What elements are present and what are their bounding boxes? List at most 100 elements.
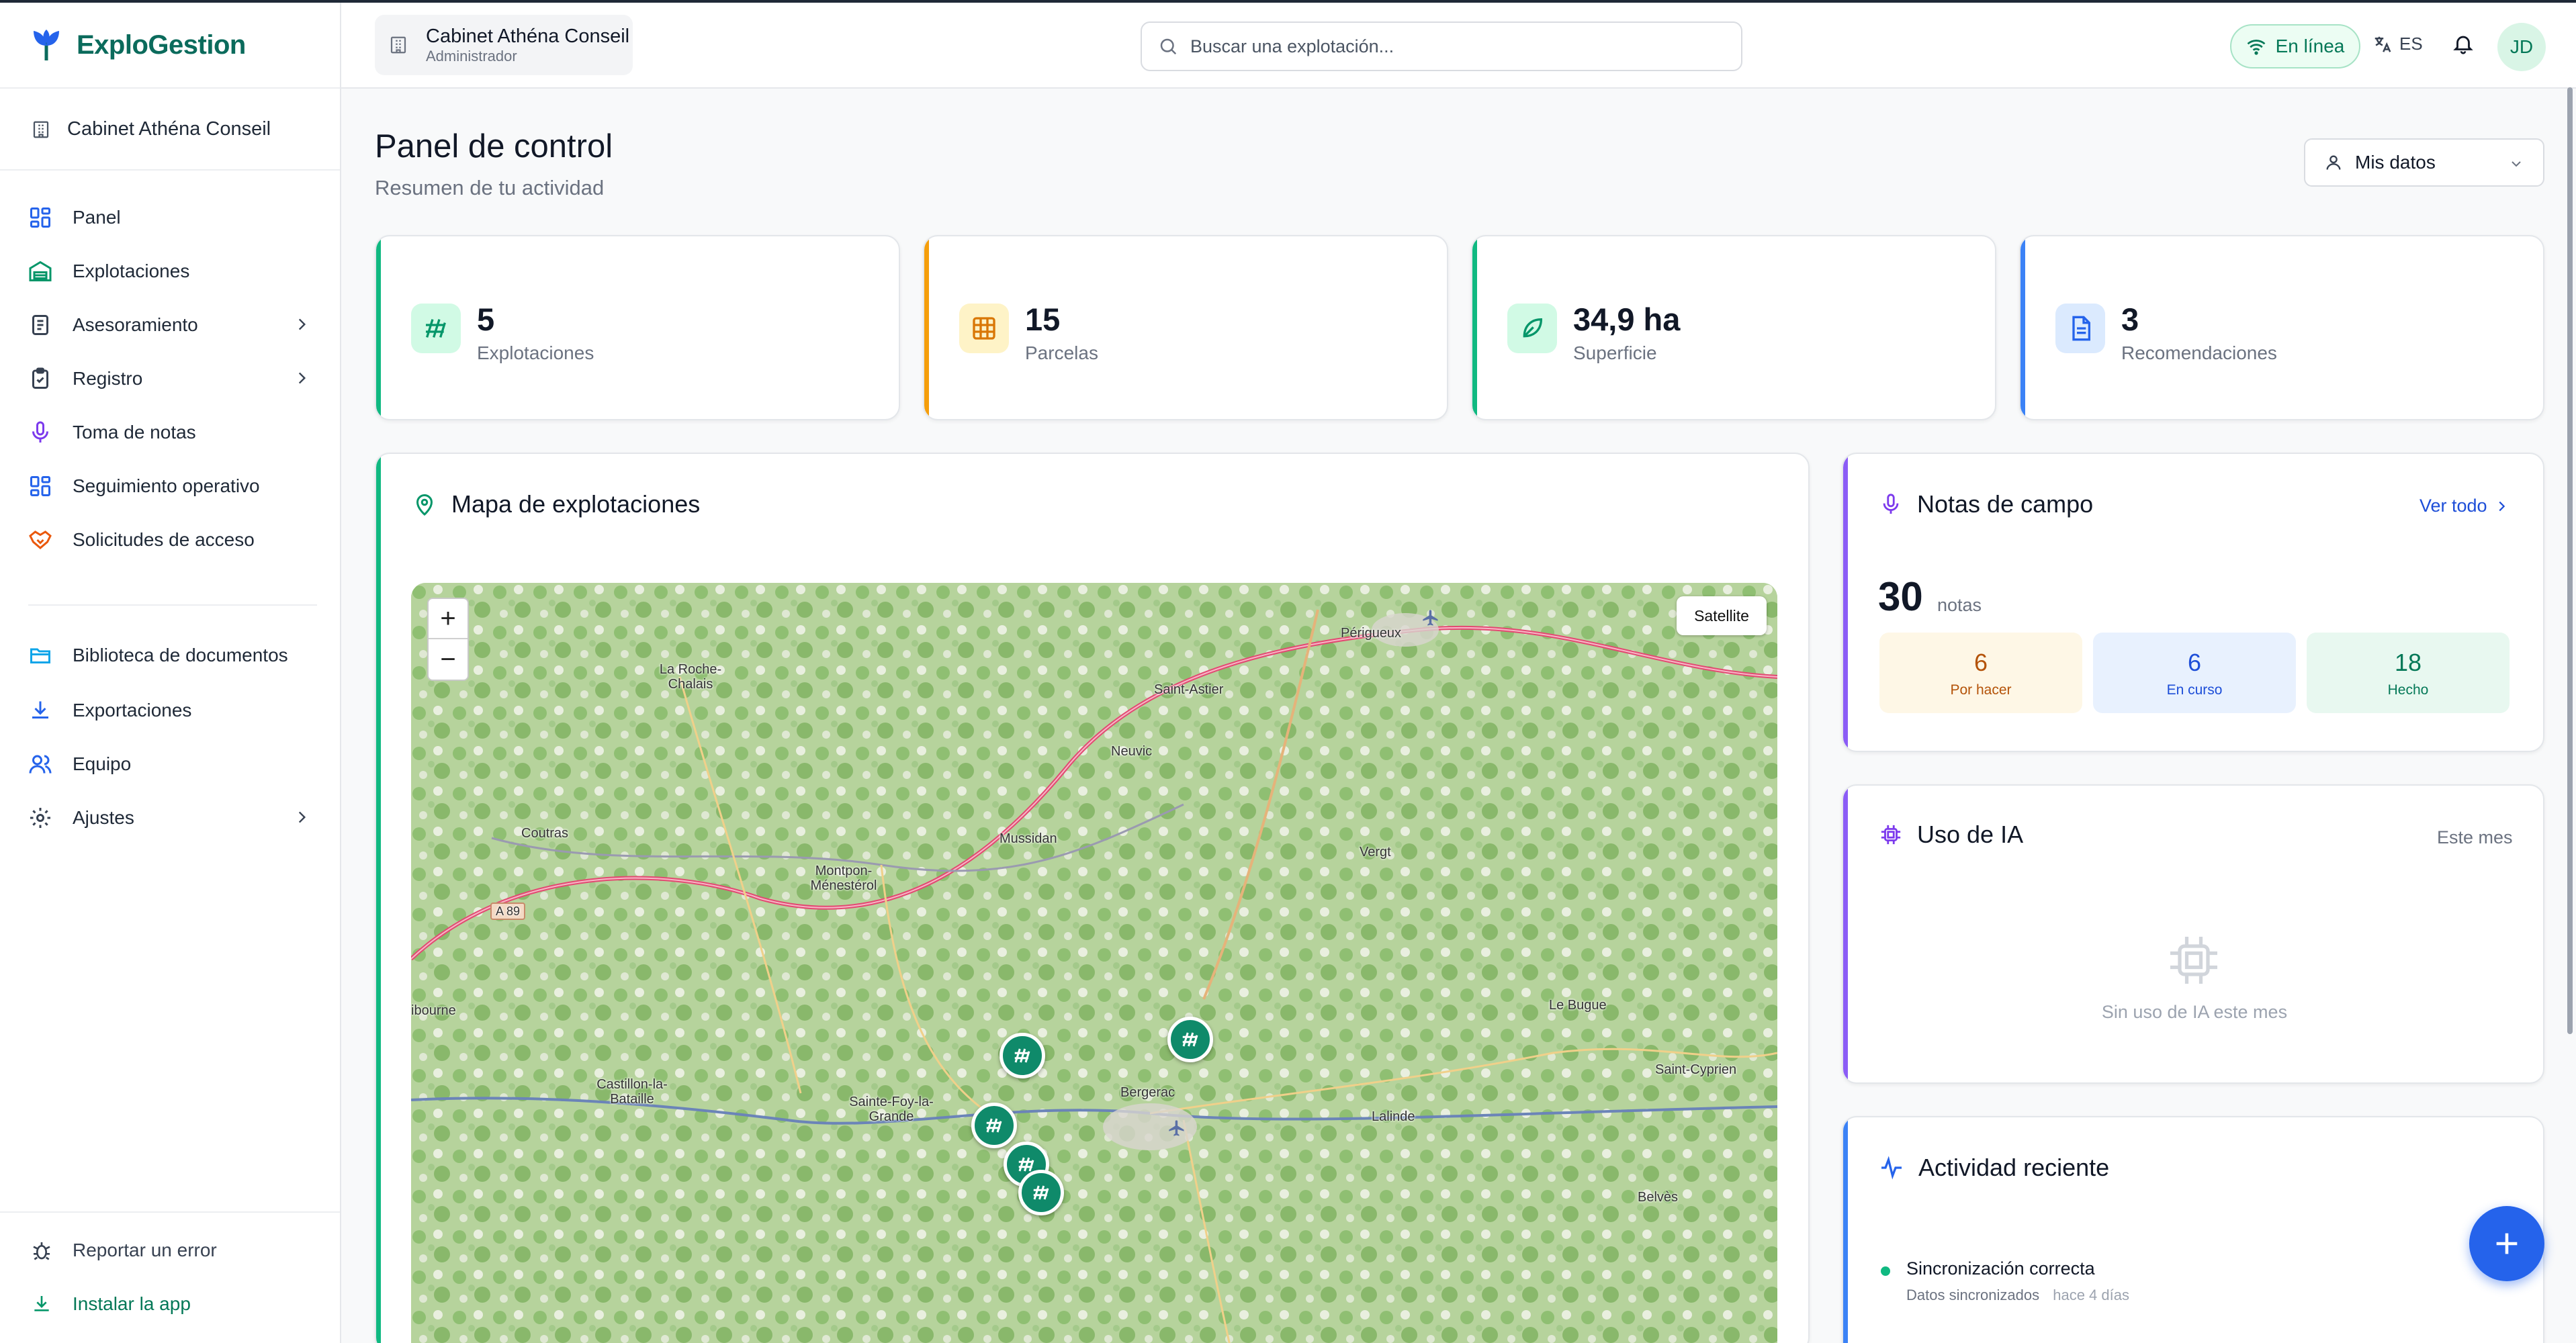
brand[interactable]: ExploGestion bbox=[31, 28, 246, 62]
notes-done-count: 18 bbox=[2394, 649, 2422, 676]
sidebar-item-equipo[interactable]: Equipo bbox=[28, 743, 310, 786]
activity-pulse-icon bbox=[1881, 1156, 1902, 1180]
map-town-label: Bergerac bbox=[1120, 1085, 1175, 1100]
warehouse-icon bbox=[29, 261, 52, 281]
activity-detail: Datos sincronizados bbox=[1906, 1287, 2040, 1303]
see-all-notes-link[interactable]: Ver todo bbox=[2419, 496, 2509, 516]
chevron-right-icon bbox=[2499, 501, 2505, 511]
sidebar-item-label: Registro bbox=[73, 368, 143, 389]
recent-activity-card: Actividad reciente Sincronización correc… bbox=[1842, 1116, 2544, 1343]
crop-field-icon bbox=[1033, 1185, 1049, 1200]
notes-progress-tile[interactable]: 6 En curso bbox=[2093, 633, 2296, 713]
online-status-label: En línea bbox=[2275, 36, 2345, 56]
building-icon bbox=[33, 121, 49, 138]
notes-done-label: Hecho bbox=[2387, 682, 2429, 698]
sidebar-item-panel[interactable]: Panel bbox=[28, 196, 310, 239]
search-box[interactable] bbox=[1141, 21, 1742, 71]
sidebar-item-label: Seguimiento operativo bbox=[73, 475, 260, 496]
notes-count: 30 bbox=[1878, 574, 1923, 619]
sidebar-item-label: Biblioteca de documentos bbox=[73, 645, 288, 665]
farm-marker[interactable] bbox=[1000, 1033, 1045, 1078]
stat-label: Explotaciones bbox=[477, 342, 594, 363]
sidebar-item-solicitudes-de-acceso[interactable]: Solicitudes de acceso bbox=[28, 518, 310, 561]
map-zoom-control: + − bbox=[427, 598, 469, 681]
stat-card-superficie[interactable]: 34,9 ha Superficie bbox=[1471, 235, 1996, 420]
user-icon bbox=[2326, 155, 2341, 170]
sidebar-item-asesoramiento[interactable]: Asesoramiento bbox=[28, 304, 310, 346]
sidebar-item-registro[interactable]: Registro bbox=[28, 357, 310, 400]
activity-title: Sincronización correcta bbox=[1906, 1258, 2095, 1279]
sidebar-item-label: Asesoramiento bbox=[73, 314, 198, 335]
ai-usage-title-text: Uso de IA bbox=[1917, 821, 2024, 848]
stat-value: 15 bbox=[1025, 302, 1061, 337]
organization[interactable]: Cabinet Athéna Conseil bbox=[31, 118, 271, 140]
grid-icon bbox=[973, 317, 995, 340]
language-switcher[interactable]: ES bbox=[2372, 34, 2423, 54]
sidebar-item-seguimiento-operativo[interactable]: Seguimiento operativo bbox=[28, 465, 310, 508]
sidebar-item-explotaciones[interactable]: Explotaciones bbox=[28, 250, 310, 293]
satellite-layer-button[interactable]: Satellite bbox=[1677, 596, 1767, 635]
chevron-right-icon bbox=[298, 318, 306, 330]
sidebar-item-exportaciones[interactable]: Exportaciones bbox=[28, 689, 310, 732]
online-status-badge[interactable]: En línea bbox=[2230, 24, 2360, 68]
workspace-name: Cabinet Athéna Conseil bbox=[426, 26, 630, 47]
sidebar-item-toma-de-notas[interactable]: Toma de notas bbox=[28, 411, 310, 454]
sidebar-item-label: Panel bbox=[73, 207, 121, 228]
map-town-label: Montpon-Ménestérol bbox=[810, 864, 877, 893]
chip-icon bbox=[1881, 825, 1901, 845]
stat-icon-wrap bbox=[1507, 304, 1557, 353]
farms-map[interactable]: + − Satellite Périgueux La Roche-Chalais… bbox=[411, 583, 1777, 1343]
card-accent bbox=[1843, 786, 1848, 1082]
stat-card-parcelas[interactable]: 15 Parcelas bbox=[923, 235, 1448, 420]
search-icon bbox=[1160, 38, 1177, 55]
clipboard-check-icon bbox=[32, 367, 48, 389]
sidebar-item-ajustes[interactable]: Ajustes bbox=[28, 796, 310, 839]
install-app-button[interactable]: Instalar la app bbox=[31, 1293, 191, 1315]
zoom-in-button[interactable]: + bbox=[429, 599, 468, 639]
user-avatar[interactable]: JD bbox=[2497, 23, 2546, 71]
sidebar-divider bbox=[0, 87, 340, 89]
page-scrollbar[interactable] bbox=[2567, 87, 2573, 1034]
language-label: ES bbox=[2399, 34, 2423, 54]
map-town-label: Belvès bbox=[1638, 1190, 1679, 1205]
card-accent bbox=[376, 454, 381, 1343]
report-bug-button[interactable]: Reportar un error bbox=[31, 1240, 217, 1261]
card-accent bbox=[1843, 454, 1848, 751]
map-town-label: Lalinde bbox=[1372, 1109, 1415, 1124]
map-tiles bbox=[411, 583, 1777, 1343]
notifications-button[interactable] bbox=[2452, 32, 2475, 58]
farm-marker[interactable] bbox=[971, 1103, 1017, 1148]
stat-card-recomendaciones[interactable]: 3 Recomendaciones bbox=[2019, 235, 2544, 420]
map-town-label: Neuvic bbox=[1111, 744, 1153, 759]
notes-todo-tile[interactable]: 6 Por hacer bbox=[1879, 633, 2082, 713]
top-header: Cabinet Athéna Conseil Administrador En … bbox=[341, 3, 2576, 89]
map-town-label: Coutras bbox=[521, 826, 569, 841]
data-scope-select[interactable]: Mis datos bbox=[2304, 138, 2544, 187]
map-card-title: Mapa de explotaciones bbox=[412, 490, 700, 518]
map-town-label: ibourne bbox=[411, 1003, 456, 1018]
folder-open-icon bbox=[30, 648, 50, 663]
zoom-out-button[interactable]: − bbox=[429, 639, 468, 680]
map-town-label: Vergt bbox=[1360, 845, 1391, 860]
field-notes-title: Notas de campo bbox=[1879, 490, 2093, 518]
add-floating-button[interactable] bbox=[2469, 1206, 2544, 1281]
card-accent bbox=[1472, 236, 1477, 419]
brand-logo-icon bbox=[34, 30, 59, 60]
farm-marker[interactable] bbox=[1018, 1170, 1064, 1215]
translate-icon bbox=[2374, 36, 2391, 52]
stat-label: Parcelas bbox=[1025, 342, 1098, 363]
sidebar-item-biblioteca[interactable]: Biblioteca de documentos bbox=[28, 634, 310, 677]
sidebar-item-label: Equipo bbox=[73, 753, 132, 774]
search-input[interactable] bbox=[1190, 36, 1701, 57]
stat-card-explotaciones[interactable]: 5 Explotaciones bbox=[375, 235, 900, 420]
notes-unit: notas bbox=[1937, 595, 1982, 615]
farm-marker[interactable] bbox=[1167, 1017, 1213, 1062]
page-subtitle: Resumen de tu actividad bbox=[375, 176, 605, 199]
workspace-switcher[interactable]: Cabinet Athéna Conseil Administrador bbox=[375, 15, 633, 75]
document-icon bbox=[2072, 316, 2090, 341]
field-notes-card: Notas de campo Ver todo 30 notas 6 Por h… bbox=[1842, 453, 2544, 752]
map-town-label: Sainte-Foy-la-Grande bbox=[849, 1095, 934, 1124]
stat-value: 3 bbox=[2121, 302, 2139, 337]
notes-done-tile[interactable]: 18 Hecho bbox=[2307, 633, 2510, 713]
map-town-label: Le Bugue bbox=[1549, 998, 1607, 1013]
